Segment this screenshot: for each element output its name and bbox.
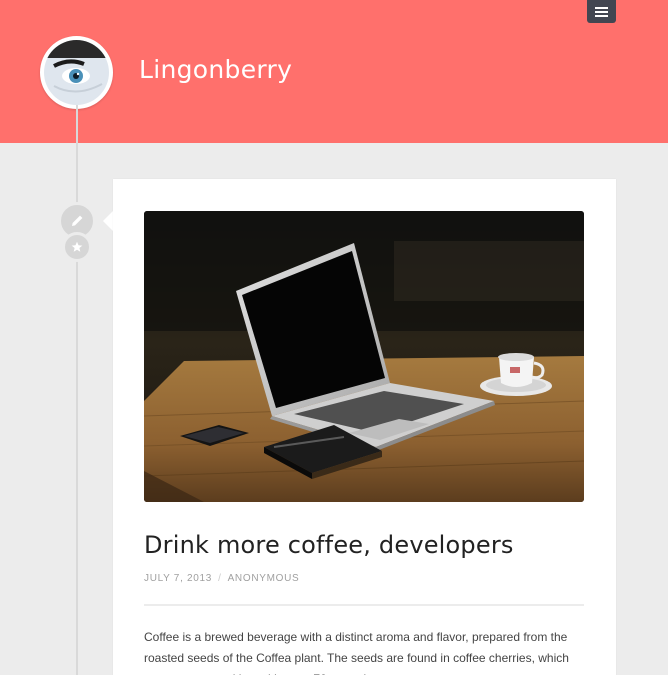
laptop-coffee-photo: [144, 211, 584, 502]
site-title[interactable]: Lingonberry: [139, 55, 292, 84]
post-title[interactable]: Drink more coffee, developers: [144, 531, 514, 559]
timeline-line: [76, 105, 78, 675]
divider: [144, 604, 584, 606]
card-pointer: [103, 211, 113, 231]
site-header: Lingonberry: [0, 0, 668, 143]
post-author-link[interactable]: ANONYMOUS: [228, 573, 300, 584]
post-excerpt: Coffee is a brewed beverage with a disti…: [144, 630, 569, 675]
avatar[interactable]: [40, 36, 113, 109]
hamburger-icon: [595, 7, 608, 9]
featured-image[interactable]: [144, 211, 584, 502]
avatar-image: [44, 40, 109, 105]
meta-separator: /: [218, 573, 222, 584]
post-date-link[interactable]: JULY 7, 2013: [144, 573, 212, 584]
star-icon: [71, 241, 83, 252]
post-meta: JULY 7, 2013 / ANONYMOUS: [144, 573, 299, 584]
pencil-icon: [72, 215, 83, 226]
post-card: Drink more coffee, developers JULY 7, 20…: [113, 179, 616, 675]
sticky-badge[interactable]: [62, 232, 92, 262]
menu-toggle-button[interactable]: [587, 0, 616, 23]
